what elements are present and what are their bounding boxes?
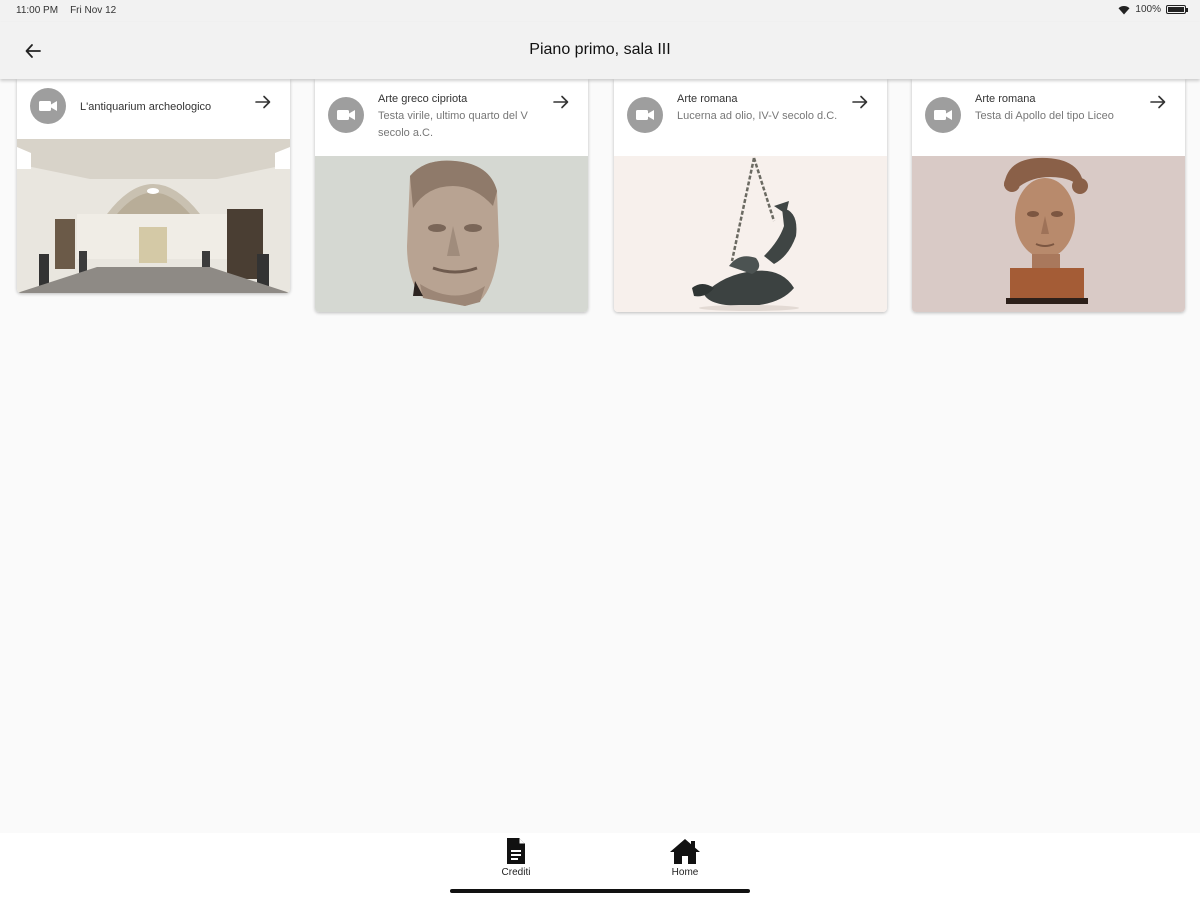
card-subtitle: Lucerna ad olio, IV-V secolo d.C. (677, 110, 838, 122)
card-antiquarium[interactable]: L'antiquarium archeologico (17, 79, 290, 293)
status-time: 11:00 PM (16, 5, 59, 16)
home-icon (670, 839, 700, 864)
nav-label-home: Home (671, 867, 699, 878)
card-header: Arte romana Lucerna ad olio, IV-V secolo… (614, 79, 887, 156)
arrow-right-icon[interactable] (851, 93, 869, 111)
video-camera-icon (627, 97, 663, 133)
card-arte-greco-cipriota[interactable]: Arte greco cipriota Testa virile, ultimo… (315, 79, 588, 312)
arrow-right-icon[interactable] (552, 93, 570, 111)
page-title: Piano primo, sala III (529, 41, 671, 58)
battery-icon (1166, 5, 1188, 14)
card-subtitle: Testa virile, ultimo quarto del V secolo… (378, 110, 528, 139)
card-title: Arte romana (677, 93, 738, 105)
home-indicator (450, 889, 750, 893)
card-header: Arte romana Testa di Apollo del tipo Lic… (912, 79, 1185, 156)
card-header: L'antiquarium archeologico (17, 79, 290, 139)
status-date: Fri Nov 12 (70, 5, 117, 16)
museum-hall-photo (17, 139, 290, 293)
arrow-right-icon[interactable] (254, 93, 272, 111)
card-title: Arte romana (975, 93, 1036, 105)
video-camera-icon (925, 97, 961, 133)
apollo-head-photo (912, 156, 1185, 312)
card-lucerna[interactable]: Arte romana Lucerna ad olio, IV-V secolo… (614, 79, 887, 312)
document-icon (507, 838, 525, 864)
card-title: L'antiquarium archeologico (80, 101, 212, 113)
status-bar: 11:00 PM Fri Nov 12 100% (0, 0, 1200, 22)
arrow-right-icon[interactable] (1149, 93, 1167, 111)
app-bar: Piano primo, sala III (0, 22, 1200, 79)
video-camera-icon (328, 97, 364, 133)
nav-item-crediti[interactable]: Crediti (476, 837, 556, 878)
card-apollo[interactable]: Arte romana Testa di Apollo del tipo Lic… (912, 79, 1185, 312)
video-camera-icon (30, 88, 66, 124)
card-subtitle: Testa di Apollo del tipo Liceo (975, 110, 1114, 122)
wifi-icon (1118, 5, 1130, 14)
nav-item-home[interactable]: Home (645, 837, 725, 878)
battery-percent: 100% (1135, 4, 1161, 15)
nav-label-crediti: Crediti (501, 867, 531, 878)
card-title: Arte greco cipriota (378, 93, 468, 105)
oil-lamp-photo (614, 156, 887, 312)
card-header: Arte greco cipriota Testa virile, ultimo… (315, 79, 588, 156)
male-head-sculpture-photo (315, 156, 588, 312)
